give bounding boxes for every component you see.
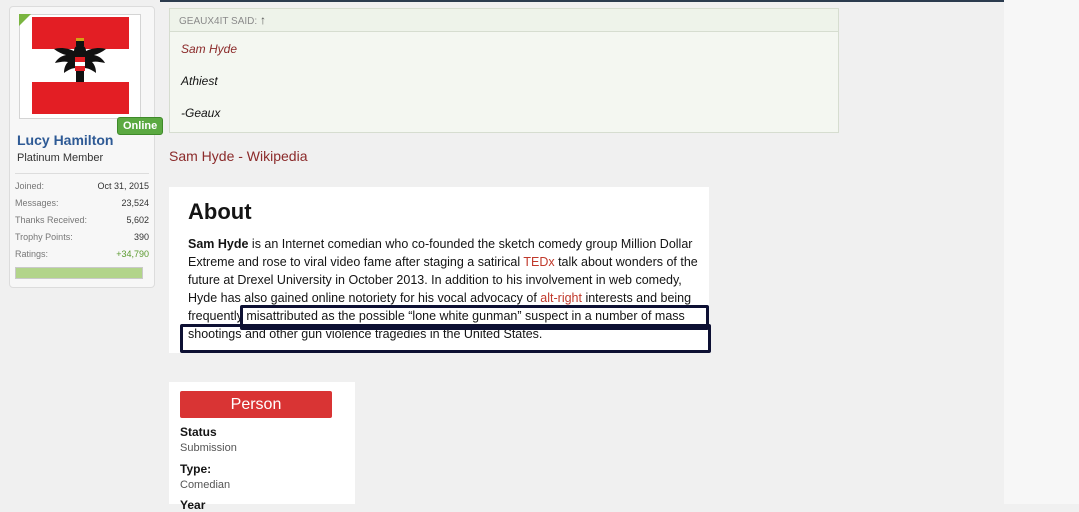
user-sidebar: Online Lucy Hamilton Platinum Member Joi… [9,6,164,288]
avatar[interactable] [19,14,141,119]
stat-value: Oct 31, 2015 [97,181,149,191]
stat-row-joined: Joined: Oct 31, 2015 [15,180,149,197]
quote-author: GEAUX4IT SAID: [179,16,258,27]
stat-label: Trophy Points: [15,232,73,242]
quote-header: GEAUX4IT SAID: ↑ [170,9,838,32]
stat-row-trophy: Trophy Points: 390 [15,231,149,248]
stat-value[interactable]: 23,524 [121,197,149,214]
stat-row-messages: Messages: 23,524 [15,197,149,214]
stat-label: Thanks Received: [15,215,88,225]
person-card: Person Status Submission Type: Comedian … [169,382,355,512]
status-value: Submission [180,442,237,454]
person-button[interactable]: Person [180,391,332,418]
stat-label: Ratings: [15,249,49,259]
austria-flag-eagle-image [32,17,129,114]
type-label: Type: [180,462,212,476]
stat-label: Joined: [15,181,45,191]
user-stats: Joined: Oct 31, 2015 Messages: 23,524 Th… [15,173,149,279]
stat-row-ratings: Ratings: +34,790 [15,248,149,265]
about-heading: About [188,199,252,224]
stat-value[interactable]: 390 [134,231,149,248]
right-margin [1004,0,1079,504]
alt-right-link[interactable]: alt-right [540,291,582,305]
user-title: Platinum Member [17,152,104,164]
quote-link-sam-hyde[interactable]: Sam Hyde [181,42,827,74]
online-badge: Online [117,117,164,135]
quote-line: Athiest [181,74,218,88]
type-value: Comedian [180,479,231,491]
subject-name: Sam Hyde [188,237,249,251]
avatar-corner-marker [19,14,31,26]
status-label: Status [180,425,217,439]
year-label: Year [180,498,206,512]
stat-label: Messages: [15,198,59,208]
rating-bar [15,267,143,279]
stat-value: +34,790 [116,249,149,259]
jump-to-quote-arrow-icon[interactable]: ↑ [260,13,266,27]
quote-line: -Geaux [181,106,221,120]
wikipedia-link[interactable]: Sam Hyde - Wikipedia [169,148,308,164]
highlight-box-line2 [180,324,711,353]
stat-value: 5,602 [126,215,149,225]
top-bar [160,0,1004,2]
quote-block: GEAUX4IT SAID: ↑ Sam Hyde Athiest -Geaux [169,8,839,133]
stat-row-thanks: Thanks Received: 5,602 [15,214,149,231]
tedx-link[interactable]: TEDx [523,255,554,269]
username-link[interactable]: Lucy Hamilton [17,132,113,148]
quote-body: Sam Hyde Athiest -Geaux [170,32,838,148]
